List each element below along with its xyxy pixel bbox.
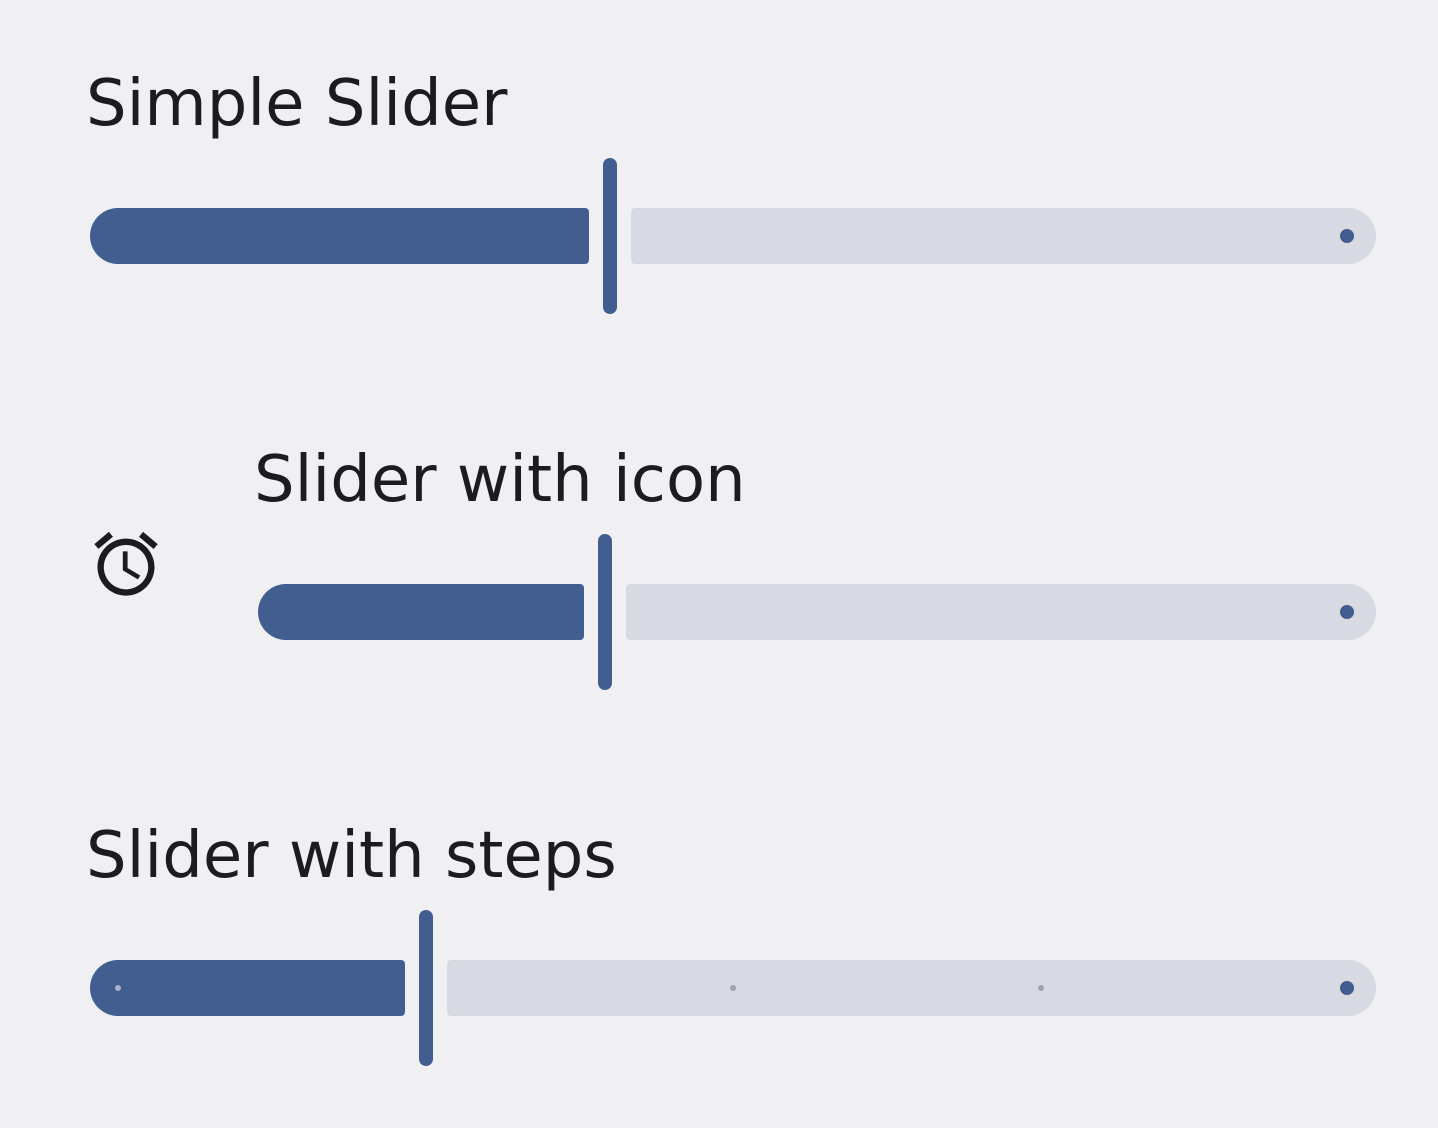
slider-active-track: [258, 584, 584, 640]
simple-slider-title: Simple Slider: [86, 67, 508, 141]
slider-thumb[interactable]: [597, 534, 612, 690]
steps-slider[interactable]: [90, 910, 1376, 1066]
slider-thumb[interactable]: [603, 158, 617, 314]
slider-step-tick: [730, 985, 736, 991]
slider-end-stop-indicator: [1340, 981, 1354, 995]
slider-inactive-track[interactable]: [446, 960, 1376, 1016]
slider-step-tick: [115, 985, 121, 991]
steps-slider-title: Slider with steps: [86, 819, 617, 893]
slider-inactive-track[interactable]: [625, 584, 1376, 640]
slider-end-stop-indicator: [1340, 229, 1354, 243]
slider-active-track: [90, 208, 589, 264]
alarm-icon: [88, 526, 164, 602]
slider-end-stop-indicator: [1340, 605, 1354, 619]
slider-thumb[interactable]: [418, 910, 433, 1066]
simple-slider[interactable]: [90, 158, 1376, 314]
slider-inactive-track[interactable]: [631, 208, 1376, 264]
icon-slider[interactable]: [258, 534, 1376, 690]
slider-step-tick: [1037, 985, 1044, 991]
icon-slider-title: Slider with icon: [254, 443, 746, 517]
slider-active-track: [90, 960, 405, 1016]
